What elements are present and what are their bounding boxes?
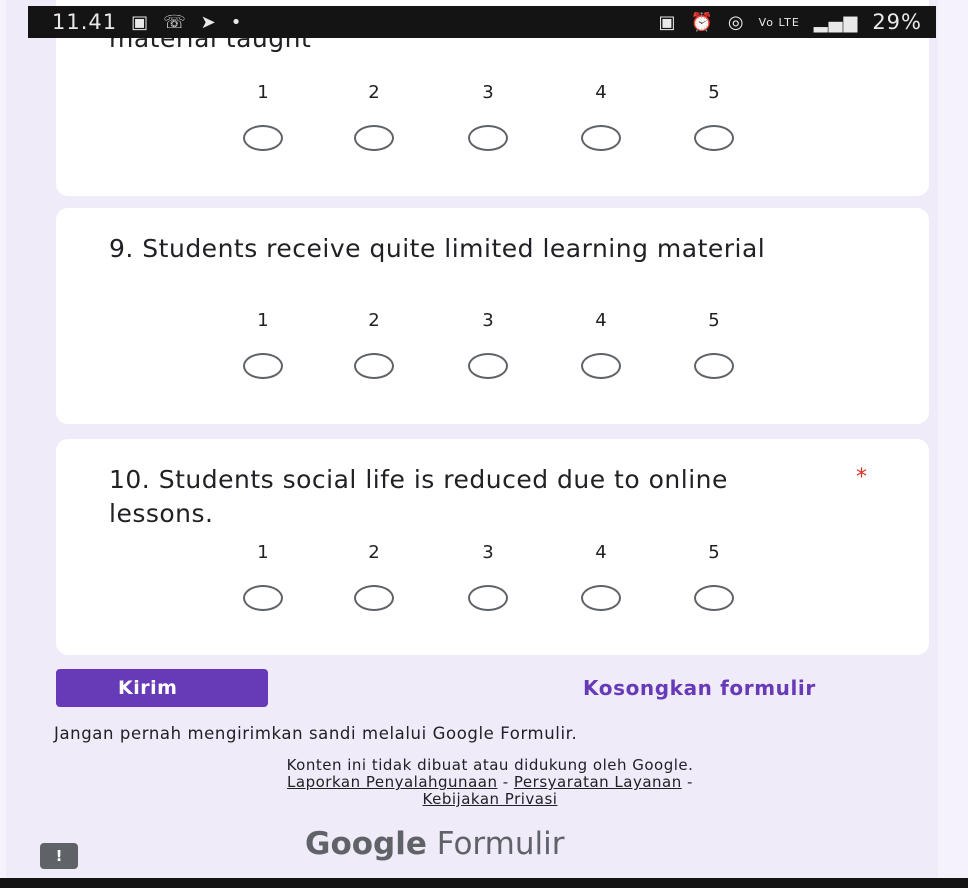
terms-link[interactable]: Persyaratan Layanan bbox=[514, 773, 682, 791]
scale-label-2: 2 bbox=[368, 310, 380, 331]
question-card-9: 9. Students receive quite limited learni… bbox=[56, 208, 929, 424]
submit-button[interactable]: Kirim bbox=[56, 669, 268, 707]
question-text: 10. Students social life is reduced due … bbox=[109, 465, 728, 528]
radio-option-1[interactable] bbox=[243, 353, 283, 379]
radio-option-4[interactable] bbox=[581, 353, 621, 379]
scale-label-1: 1 bbox=[257, 542, 269, 563]
telegram-icon: ➤ bbox=[200, 11, 217, 33]
radio-option-1[interactable] bbox=[243, 125, 283, 151]
footer-disclaimer: Konten ini tidak dibuat atau didukung ol… bbox=[130, 757, 850, 808]
brand-formulir: Formulir bbox=[426, 826, 565, 862]
battery-level: 29% bbox=[872, 10, 922, 34]
linear-scale: 1 2 3 4 5 bbox=[206, 310, 816, 410]
question-text: 9. Students receive quite limited learni… bbox=[109, 234, 766, 263]
separator: - bbox=[497, 773, 514, 791]
status-bar: 11.41 ▣ ☏ ➤ • ▣ ⏰ ◎ Vo LTE ▂▄▆ 29% bbox=[28, 6, 936, 38]
volte-icon: Vo LTE bbox=[758, 15, 800, 29]
radio-option-2[interactable] bbox=[354, 585, 394, 611]
scale-label-4: 4 bbox=[595, 310, 607, 331]
feedback-icon[interactable]: ! bbox=[40, 843, 78, 869]
radio-option-2[interactable] bbox=[354, 353, 394, 379]
scale-label-3: 3 bbox=[482, 310, 494, 331]
clock: 11.41 bbox=[52, 10, 118, 34]
hotspot-icon: ◎ bbox=[727, 11, 745, 33]
separator: - bbox=[681, 773, 693, 791]
radio-option-3[interactable] bbox=[468, 125, 508, 151]
disclaimer-text: Konten ini tidak dibuat atau didukung ol… bbox=[286, 756, 694, 774]
scale-label-1: 1 bbox=[257, 82, 269, 103]
radio-option-5[interactable] bbox=[694, 353, 734, 379]
scale-label-5: 5 bbox=[708, 542, 720, 563]
linear-scale: 1 2 3 4 5 bbox=[206, 542, 816, 642]
google-forms-logo[interactable]: Google Formulir bbox=[305, 826, 564, 862]
alarm-icon: ⏰ bbox=[690, 11, 714, 33]
radio-option-2[interactable] bbox=[354, 125, 394, 151]
radio-option-5[interactable] bbox=[694, 585, 734, 611]
privacy-link[interactable]: Kebijakan Privasi bbox=[423, 790, 558, 808]
radio-option-4[interactable] bbox=[581, 125, 621, 151]
phone-icon: ☏ bbox=[163, 11, 187, 33]
scale-label-3: 3 bbox=[482, 82, 494, 103]
brand-google: Google bbox=[305, 826, 427, 862]
frame-left bbox=[0, 0, 6, 888]
radio-option-5[interactable] bbox=[694, 125, 734, 151]
navigation-bar bbox=[0, 878, 968, 888]
scale-label-4: 4 bbox=[595, 542, 607, 563]
scale-label-2: 2 bbox=[368, 82, 380, 103]
scale-label-5: 5 bbox=[708, 82, 720, 103]
radio-option-3[interactable] bbox=[468, 585, 508, 611]
radio-option-4[interactable] bbox=[581, 585, 621, 611]
scale-label-1: 1 bbox=[257, 310, 269, 331]
scale-label-5: 5 bbox=[708, 310, 720, 331]
required-asterisk: * bbox=[856, 465, 867, 490]
report-abuse-link[interactable]: Laporkan Penyalahgunaan bbox=[287, 773, 497, 791]
radio-option-3[interactable] bbox=[468, 353, 508, 379]
clear-form-link[interactable]: Kosongkan formulir bbox=[583, 676, 816, 700]
scale-label-3: 3 bbox=[482, 542, 494, 563]
scale-label-2: 2 bbox=[368, 542, 380, 563]
scale-label-4: 4 bbox=[595, 82, 607, 103]
question-card-10: 10. Students social life is reduced due … bbox=[56, 439, 929, 655]
image-icon: ▣ bbox=[131, 11, 150, 33]
linear-scale: 1 2 3 4 5 bbox=[206, 82, 816, 182]
password-warning: Jangan pernah mengirimkan sandi melalui … bbox=[54, 724, 578, 743]
signal-icon: ▂▄▆ bbox=[813, 11, 859, 33]
radio-option-1[interactable] bbox=[243, 585, 283, 611]
frame-right bbox=[938, 0, 968, 888]
nfc-icon: ▣ bbox=[658, 11, 677, 33]
dot-icon: • bbox=[230, 11, 243, 33]
